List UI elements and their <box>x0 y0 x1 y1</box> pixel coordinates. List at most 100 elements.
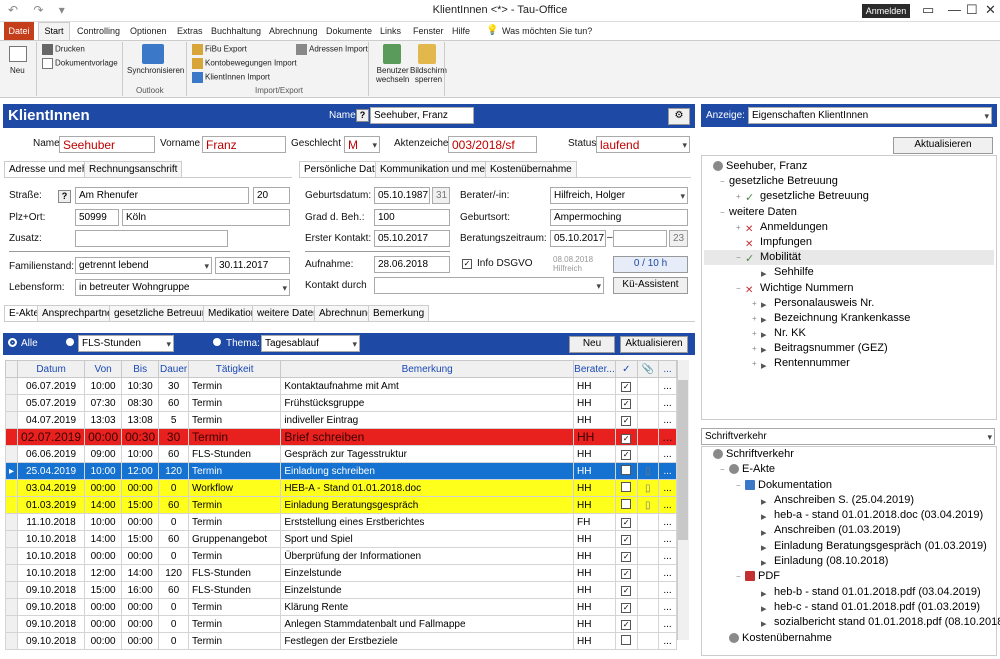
kontobewegungen-import-button[interactable]: Kontobewegungen Import <box>192 58 297 69</box>
tree-item[interactable]: ▸ Anschreiben (01.03.2019) <box>704 523 994 538</box>
familienstand-select[interactable]: getrennt lebend <box>75 257 212 274</box>
table-row[interactable]: 09.10.2018 00:00 00:00 0 Termin Festlegen der… <box>4 632 677 650</box>
tab-gesetzliche-betreuung[interactable]: gesetzliche Betreuung <box>109 305 218 321</box>
thema-select[interactable]: Tagesablauf <box>261 335 360 352</box>
tree-item[interactable]: + ▸ Nr. KK <box>704 326 994 341</box>
collapse-icon[interactable]: − <box>720 462 729 477</box>
table-row[interactable]: 04.07.2019 13:03 13:08 5 Termin indiveller Ei… <box>4 411 677 429</box>
tree-item[interactable]: + ▸ Personalausweis Nr. <box>704 296 994 311</box>
maximize-icon[interactable]: ☐ <box>966 2 978 18</box>
done-checkbox[interactable]: ✓ <box>621 517 632 528</box>
name-input[interactable]: Seehuber <box>59 136 155 153</box>
tab-start[interactable]: Start <box>38 22 70 40</box>
done-checkbox[interactable]: ✓ <box>621 534 632 545</box>
cell-more[interactable]: ... <box>658 547 677 565</box>
tree-item[interactable]: + ✓ gesetzliche Betreuung <box>704 189 994 204</box>
tree-item[interactable]: − Dokumentation <box>704 478 994 493</box>
table-row[interactable]: ▸ 25.04.2019 10:00 12:00 120 Termin Einladung … <box>4 462 677 480</box>
grad-input[interactable]: 100 <box>374 209 450 226</box>
tab-hilfe[interactable]: Hilfe <box>452 26 470 36</box>
kontakt-durch-select[interactable] <box>374 277 604 294</box>
done-checkbox[interactable]: ✓ <box>621 398 632 409</box>
tree-item[interactable]: ▸ Einladung (08.10.2018) <box>704 554 994 569</box>
new-document-icon[interactable] <box>9 46 27 62</box>
tree-item[interactable]: Seehuber, Franz <box>704 159 994 174</box>
geschlecht-select[interactable]: M <box>344 136 380 153</box>
vorname-input[interactable]: Franz <box>202 136 286 153</box>
status-select[interactable]: laufend <box>596 136 690 153</box>
bildschirm-sperren-button[interactable]: Bildschirm sperren <box>410 66 447 84</box>
tree-item[interactable]: ▸ heb-c - stand 01.01.2018.pdf (01.03.201… <box>704 600 994 615</box>
done-checkbox[interactable] <box>621 498 632 509</box>
expand-icon[interactable]: + <box>736 189 745 204</box>
collapse-icon[interactable]: − <box>720 205 729 220</box>
tab-dokumente[interactable]: Dokumente <box>326 26 372 36</box>
tree-item[interactable]: ▸ heb-b - stand 01.01.2018.pdf (03.04.201… <box>704 585 994 600</box>
table-scrollbar-thumb[interactable] <box>678 380 688 540</box>
cell-more[interactable]: ... <box>658 445 677 463</box>
column-header-check[interactable]: ✓ <box>614 360 638 378</box>
neu-button[interactable]: Neu <box>10 66 25 75</box>
schriftverkehr-select[interactable]: Schriftverkehr <box>701 428 995 445</box>
cell-more[interactable]: ... <box>658 496 677 514</box>
attachment-icon[interactable]: ▯ <box>645 483 651 494</box>
lock-icon[interactable] <box>418 44 436 64</box>
cell-more[interactable]: ... <box>658 615 677 633</box>
done-checkbox[interactable] <box>621 634 632 645</box>
aktenzeichen-input[interactable]: 003/2018/sf <box>448 136 537 153</box>
collapse-icon[interactable]: − <box>720 174 729 189</box>
zusatz-input[interactable] <box>75 230 228 247</box>
benutzer-wechseln-button[interactable]: Benutzer wechseln <box>376 66 409 84</box>
tab-kommunikation[interactable]: Kommunikation und mehr <box>375 161 499 177</box>
attachment-icon[interactable]: ▯ <box>645 500 651 511</box>
done-checkbox[interactable]: ✓ <box>621 449 632 460</box>
fibu-export-button[interactable]: FiBu Export <box>192 44 247 55</box>
beratungszeitraum-von-input[interactable]: 05.10.2017 <box>550 230 606 247</box>
minimize-icon[interactable]: — <box>948 2 961 17</box>
fls-select[interactable]: FLS-Stunden <box>78 335 174 352</box>
done-checkbox[interactable]: ✓ <box>621 415 632 426</box>
expand-icon[interactable]: + <box>752 311 761 326</box>
expand-icon[interactable]: + <box>752 341 761 356</box>
cell-more[interactable]: ... <box>658 513 677 531</box>
geburtsort-input[interactable]: Ampermoching <box>550 209 688 226</box>
column-header-datum[interactable]: Datum <box>17 360 86 378</box>
tree-item[interactable]: − ✓ Mobilität <box>704 250 994 266</box>
user-switch-icon[interactable] <box>383 44 401 64</box>
tab-abrechnung[interactable]: Abrechnung <box>269 26 318 36</box>
cell-more[interactable]: ... <box>658 411 677 429</box>
expand-icon[interactable]: + <box>736 220 745 235</box>
done-checkbox[interactable]: ✓ <box>621 551 632 562</box>
tab-bemerkung[interactable]: Bemerkung <box>368 305 430 321</box>
synchronisieren-button[interactable]: Synchronisieren <box>127 66 184 75</box>
column-header-attachment[interactable]: 📎 <box>636 360 660 378</box>
column-header-von[interactable]: Von <box>84 360 123 378</box>
cell-more[interactable]: ... <box>658 564 677 582</box>
column-header-bemerkung[interactable]: Bemerkung <box>280 360 574 378</box>
collapse-icon[interactable]: − <box>736 250 745 265</box>
address-help-button[interactable]: ? <box>58 190 71 203</box>
tree-item[interactable]: ▸ sozialbericht stand 01.01.2018.pdf (08.… <box>704 615 1000 630</box>
ku-assistent-button[interactable]: Kü-Assistent <box>613 277 688 294</box>
tree-item[interactable]: Schriftverkehr <box>704 447 994 462</box>
table-row[interactable]: 06.07.2019 10:00 10:30 30 Termin Kontaktaufna… <box>4 377 677 395</box>
table-row[interactable]: 02.07.2019 00:00 00:30 30 Termin Brief schrei… <box>4 428 677 446</box>
table-row[interactable]: 10.10.2018 00:00 00:00 0 Termin Überprüfung d… <box>4 547 677 565</box>
cell-more[interactable]: ... <box>658 394 677 412</box>
strasse-input[interactable]: Am Rhenufer <box>75 187 249 204</box>
table-row[interactable]: 10.10.2018 12:00 14:00 120 FLS-Stunden Einzel… <box>4 564 677 582</box>
client-name-display[interactable]: Seehuber, Franz <box>370 107 474 124</box>
lebensform-select[interactable]: in betreuter Wohngruppe <box>75 279 290 296</box>
tree-item[interactable]: − weitere Daten <box>704 205 994 220</box>
column-header-berater[interactable]: Berater... <box>572 360 616 378</box>
collapse-icon[interactable]: − <box>736 569 745 584</box>
table-row[interactable]: 03.04.2019 00:00 00:00 0 Workflow HEB-A - Sta… <box>4 479 677 497</box>
table-row[interactable]: 10.10.2018 14:00 15:00 60 Gruppenangebot Spor… <box>4 530 677 548</box>
tree-item[interactable]: + ▸ Beitragsnummer (GEZ) <box>704 341 994 356</box>
thema-radio[interactable] <box>213 338 221 346</box>
drucken-button[interactable]: Drucken <box>42 44 85 55</box>
done-checkbox[interactable]: ✓ <box>621 434 632 444</box>
plz-input[interactable]: 50999 <box>75 209 119 226</box>
familienstand-datum-input[interactable]: 30.11.2017 <box>215 257 290 274</box>
cell-more[interactable]: ... <box>658 530 677 548</box>
